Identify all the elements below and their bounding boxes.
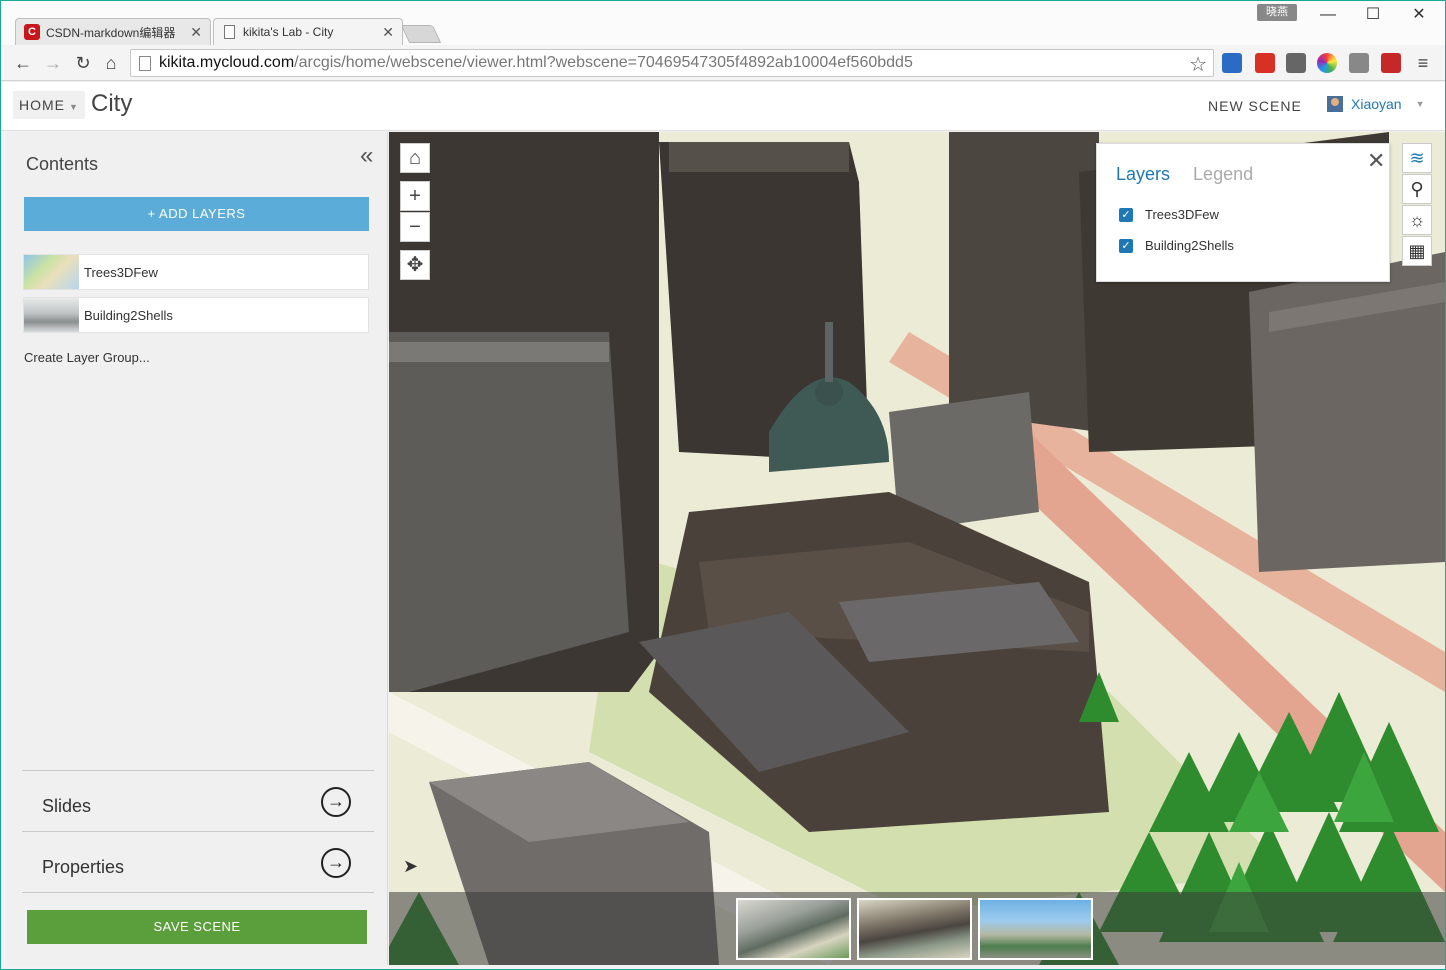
contents-sidebar: Contents « + ADD LAYERS Trees3DFew Build… bbox=[7, 132, 388, 965]
home-label: HOME bbox=[19, 97, 65, 113]
tab-title: CSDN-markdown编辑器 bbox=[46, 25, 176, 40]
reload-button[interactable]: ↻ bbox=[71, 51, 95, 75]
tab-strip: C CSDN-markdown编辑器 ✕ kikita's Lab - City… bbox=[1, 1, 1445, 45]
pan-button[interactable]: ✥ bbox=[400, 250, 430, 280]
tab-csdn[interactable]: C CSDN-markdown编辑器 ✕ bbox=[15, 18, 211, 45]
compass-icon[interactable]: ➤ bbox=[403, 856, 427, 880]
divider bbox=[22, 831, 374, 832]
url-path: /arcgis/home/webscene/viewer.html?websce… bbox=[294, 54, 913, 71]
divider bbox=[22, 770, 374, 771]
layer-toggle-trees3dfew[interactable]: ✓ Trees3DFew bbox=[1119, 207, 1219, 222]
back-button[interactable]: ← bbox=[11, 51, 35, 75]
user-menu[interactable]: Xiaoyan ▼ bbox=[1327, 96, 1425, 112]
bookmark-star-icon[interactable]: ☆ bbox=[1189, 52, 1207, 77]
collapse-icon[interactable]: « bbox=[360, 142, 373, 170]
new-tab-button[interactable] bbox=[400, 25, 442, 43]
layer-toggle-building2shells[interactable]: ✓ Building2Shells bbox=[1119, 238, 1234, 253]
minimize-button[interactable]: — bbox=[1313, 5, 1343, 25]
arrow-circle-right-icon[interactable]: → bbox=[321, 848, 351, 878]
layers-icon[interactable]: ≋ bbox=[1402, 143, 1432, 173]
address-bar[interactable]: kikita.mycloud.com/arcgis/home/webscene/… bbox=[130, 49, 1214, 77]
layer-item-trees3dfew[interactable]: Trees3DFew bbox=[23, 254, 369, 290]
forward-button[interactable]: → bbox=[41, 51, 65, 75]
layer-name: Building2Shells bbox=[84, 307, 173, 323]
properties-panel-label[interactable]: Properties bbox=[42, 857, 124, 878]
menu-icon[interactable]: ≡ bbox=[1411, 51, 1435, 75]
book-icon[interactable] bbox=[1381, 53, 1401, 73]
arrow-circle-right-icon[interactable]: → bbox=[321, 787, 351, 817]
checkbox-checked-icon[interactable]: ✓ bbox=[1119, 238, 1133, 253]
csdn-favicon-icon: C bbox=[24, 24, 40, 40]
slide-thumbnail-3[interactable] bbox=[978, 898, 1093, 960]
close-icon[interactable]: ✕ bbox=[1367, 148, 1385, 174]
avatar bbox=[1327, 96, 1343, 112]
gmail-icon[interactable] bbox=[1255, 53, 1275, 73]
scene-title: City bbox=[91, 90, 133, 117]
chevron-down-icon: ▼ bbox=[69, 102, 79, 112]
bug-icon[interactable] bbox=[1286, 53, 1306, 73]
layer-name: Trees3DFew bbox=[84, 264, 158, 280]
contents-title: Contents bbox=[26, 154, 99, 174]
new-scene-button[interactable]: NEW SCENE bbox=[1208, 98, 1302, 114]
basemap-gallery-icon[interactable]: ▦ bbox=[1402, 236, 1432, 266]
close-icon[interactable]: ✕ bbox=[382, 24, 394, 41]
home-view-button[interactable]: ⌂ bbox=[400, 143, 430, 173]
layer-thumbnail bbox=[24, 255, 79, 289]
tab-layers[interactable]: Layers bbox=[1116, 164, 1170, 184]
download-icon[interactable] bbox=[1222, 53, 1242, 73]
slide-strip bbox=[389, 892, 1445, 965]
create-layer-group-link[interactable]: Create Layer Group... bbox=[24, 350, 150, 365]
page-icon bbox=[139, 55, 151, 71]
slide-thumbnail-2[interactable] bbox=[857, 898, 972, 960]
home-menu-button[interactable]: HOME ▼ bbox=[13, 91, 85, 119]
close-window-button[interactable]: ✕ bbox=[1404, 5, 1434, 25]
slides-panel-label[interactable]: Slides bbox=[42, 796, 91, 817]
tab-city[interactable]: kikita's Lab - City ✕ bbox=[213, 18, 403, 45]
color-wheel-icon[interactable] bbox=[1317, 53, 1337, 73]
sun-icon[interactable]: ☼ bbox=[1402, 205, 1432, 235]
browser-window: C CSDN-markdown编辑器 ✕ kikita's Lab - City… bbox=[1, 1, 1445, 969]
search-icon[interactable]: ⚲ bbox=[1402, 174, 1432, 204]
home-button[interactable]: ⌂ bbox=[99, 51, 123, 75]
checkbox-checked-icon[interactable]: ✓ bbox=[1119, 207, 1133, 222]
tab-title: kikita's Lab - City bbox=[243, 25, 334, 39]
url-host: kikita.mycloud.com bbox=[159, 54, 295, 71]
user-name: Xiaoyan bbox=[1351, 96, 1402, 112]
close-icon[interactable]: ✕ bbox=[190, 24, 202, 41]
zoom-out-button[interactable]: − bbox=[400, 212, 430, 242]
slide-thumbnail-1[interactable] bbox=[736, 898, 851, 960]
chevron-down-icon: ▼ bbox=[1415, 99, 1425, 109]
layer-toggle-label: Trees3DFew bbox=[1145, 207, 1219, 222]
zoom-in-button[interactable]: + bbox=[400, 181, 430, 211]
scene-view[interactable]: ⌂ + − ✥ ➤ Layers Legend ✕ ✓ Trees3DFew ✓… bbox=[389, 132, 1445, 965]
app-header: HOME ▼ City NEW SCENE Xiaoyan ▼ bbox=[1, 82, 1445, 131]
maximize-button[interactable]: ☐ bbox=[1358, 5, 1388, 25]
page-favicon-icon bbox=[224, 25, 235, 39]
layer-thumbnail bbox=[24, 298, 79, 332]
layer-toggle-label: Building2Shells bbox=[1145, 238, 1234, 253]
tab-legend[interactable]: Legend bbox=[1193, 164, 1253, 184]
add-layers-button[interactable]: + ADD LAYERS bbox=[24, 197, 369, 231]
layer-panel-tabs: Layers Legend bbox=[1116, 164, 1253, 185]
browser-toolbar: ← → ↻ ⌂ kikita.mycloud.com/arcgis/home/w… bbox=[1, 45, 1445, 81]
divider bbox=[22, 892, 374, 893]
profile-chip[interactable]: 晓燕 bbox=[1257, 4, 1297, 21]
layer-item-building2shells[interactable]: Building2Shells bbox=[23, 297, 369, 333]
save-scene-button[interactable]: SAVE SCENE bbox=[27, 910, 367, 944]
layer-list-panel: Layers Legend ✕ ✓ Trees3DFew ✓ Building2… bbox=[1096, 143, 1390, 282]
tag-icon[interactable] bbox=[1349, 53, 1369, 73]
